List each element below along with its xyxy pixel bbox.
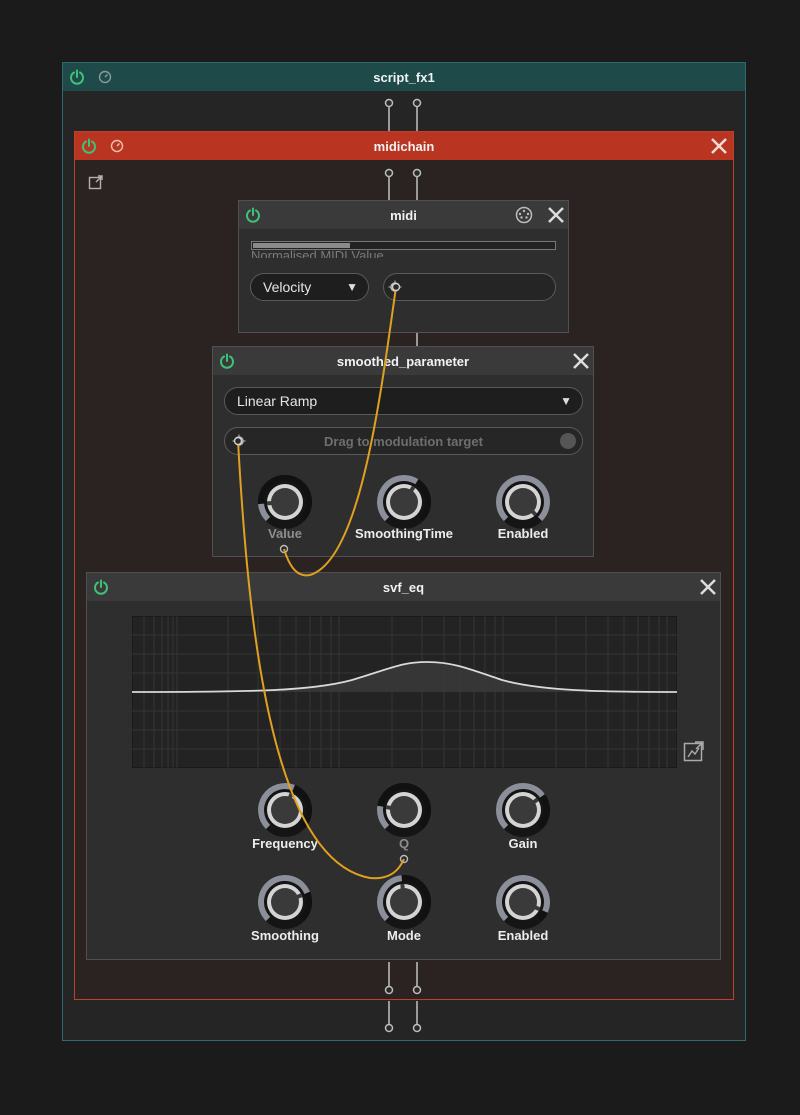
velocity-dropdown[interactable]: Velocity ▼ <box>250 273 369 301</box>
smoothed-parameter-title: smoothed_parameter <box>336 353 470 369</box>
enabled-knob-label: Enabled <box>497 526 549 541</box>
mode-knob[interactable] <box>374 872 434 932</box>
eq-enabled-knob[interactable] <box>493 872 553 932</box>
midi-title: midi <box>390 207 417 223</box>
close-icon[interactable] <box>698 577 718 597</box>
modulation-target-placeholder: Drag to modulation target <box>324 433 483 449</box>
eq-enabled-knob-label: Enabled <box>497 928 549 943</box>
script-fx-header[interactable]: script_fx1 <box>63 63 745 91</box>
close-icon[interactable] <box>709 136 729 156</box>
svf-eq-module: svf_eq Frequency Q Gain Smoothing Mode E… <box>86 572 721 960</box>
gain-knob[interactable] <box>493 780 553 840</box>
smoothing-time-knob[interactable] <box>374 472 434 532</box>
power-icon[interactable] <box>219 353 235 369</box>
power-icon[interactable] <box>69 69 85 85</box>
modulation-drag-handle-icon[interactable] <box>388 280 402 294</box>
bypass-icon[interactable] <box>110 139 124 153</box>
frequency-knob[interactable] <box>255 780 315 840</box>
modulation-target-toggle[interactable] <box>560 433 576 449</box>
velocity-dropdown-value: Velocity <box>263 279 312 295</box>
midi-module: midi Normalised MIDI Value Velocity ▼ <box>238 200 569 333</box>
svf-eq-title: svf_eq <box>382 579 425 595</box>
expand-icon[interactable] <box>683 740 705 762</box>
gain-knob-label: Gain <box>508 836 538 851</box>
dropdown-arrow-icon: ▼ <box>346 280 358 294</box>
svf-eq-header[interactable]: svf_eq <box>87 573 720 601</box>
enabled-knob[interactable] <box>493 472 553 532</box>
q-knob[interactable] <box>374 780 434 840</box>
popout-icon[interactable] <box>88 174 104 190</box>
modulation-target-field[interactable]: Drag to modulation target <box>224 427 583 455</box>
smoothing-knob[interactable] <box>255 872 315 932</box>
smoothing-mode-value: Linear Ramp <box>237 393 318 409</box>
script-fx-title: script_fx1 <box>373 69 435 85</box>
smoothing-mode-dropdown[interactable]: Linear Ramp ▼ <box>224 387 583 415</box>
dropdown-arrow-icon: ▼ <box>560 394 572 408</box>
value-knob[interactable] <box>255 472 315 532</box>
close-icon[interactable] <box>571 351 591 371</box>
midichain-header[interactable]: midichain <box>75 132 733 160</box>
power-icon[interactable] <box>245 207 261 223</box>
smoothed-parameter-module: smoothed_parameter Linear Ramp ▼ Drag to… <box>212 346 594 557</box>
midi-modulation-source[interactable] <box>383 273 556 301</box>
midichain-title: midichain <box>373 138 435 154</box>
value-mod-port-icon[interactable] <box>279 544 289 554</box>
bypass-icon[interactable] <box>98 70 112 84</box>
power-icon[interactable] <box>93 579 109 595</box>
midi-connector-icon[interactable] <box>515 206 533 224</box>
q-mod-port-icon[interactable] <box>399 854 409 864</box>
modulation-drag-handle-icon[interactable] <box>232 434 246 448</box>
power-icon[interactable] <box>81 138 97 154</box>
eq-curve-display[interactable] <box>132 616 677 768</box>
midi-value-label: Normalised MIDI Value <box>251 248 384 258</box>
smoothed-parameter-header[interactable]: smoothed_parameter <box>213 347 593 375</box>
close-icon[interactable] <box>546 205 566 225</box>
